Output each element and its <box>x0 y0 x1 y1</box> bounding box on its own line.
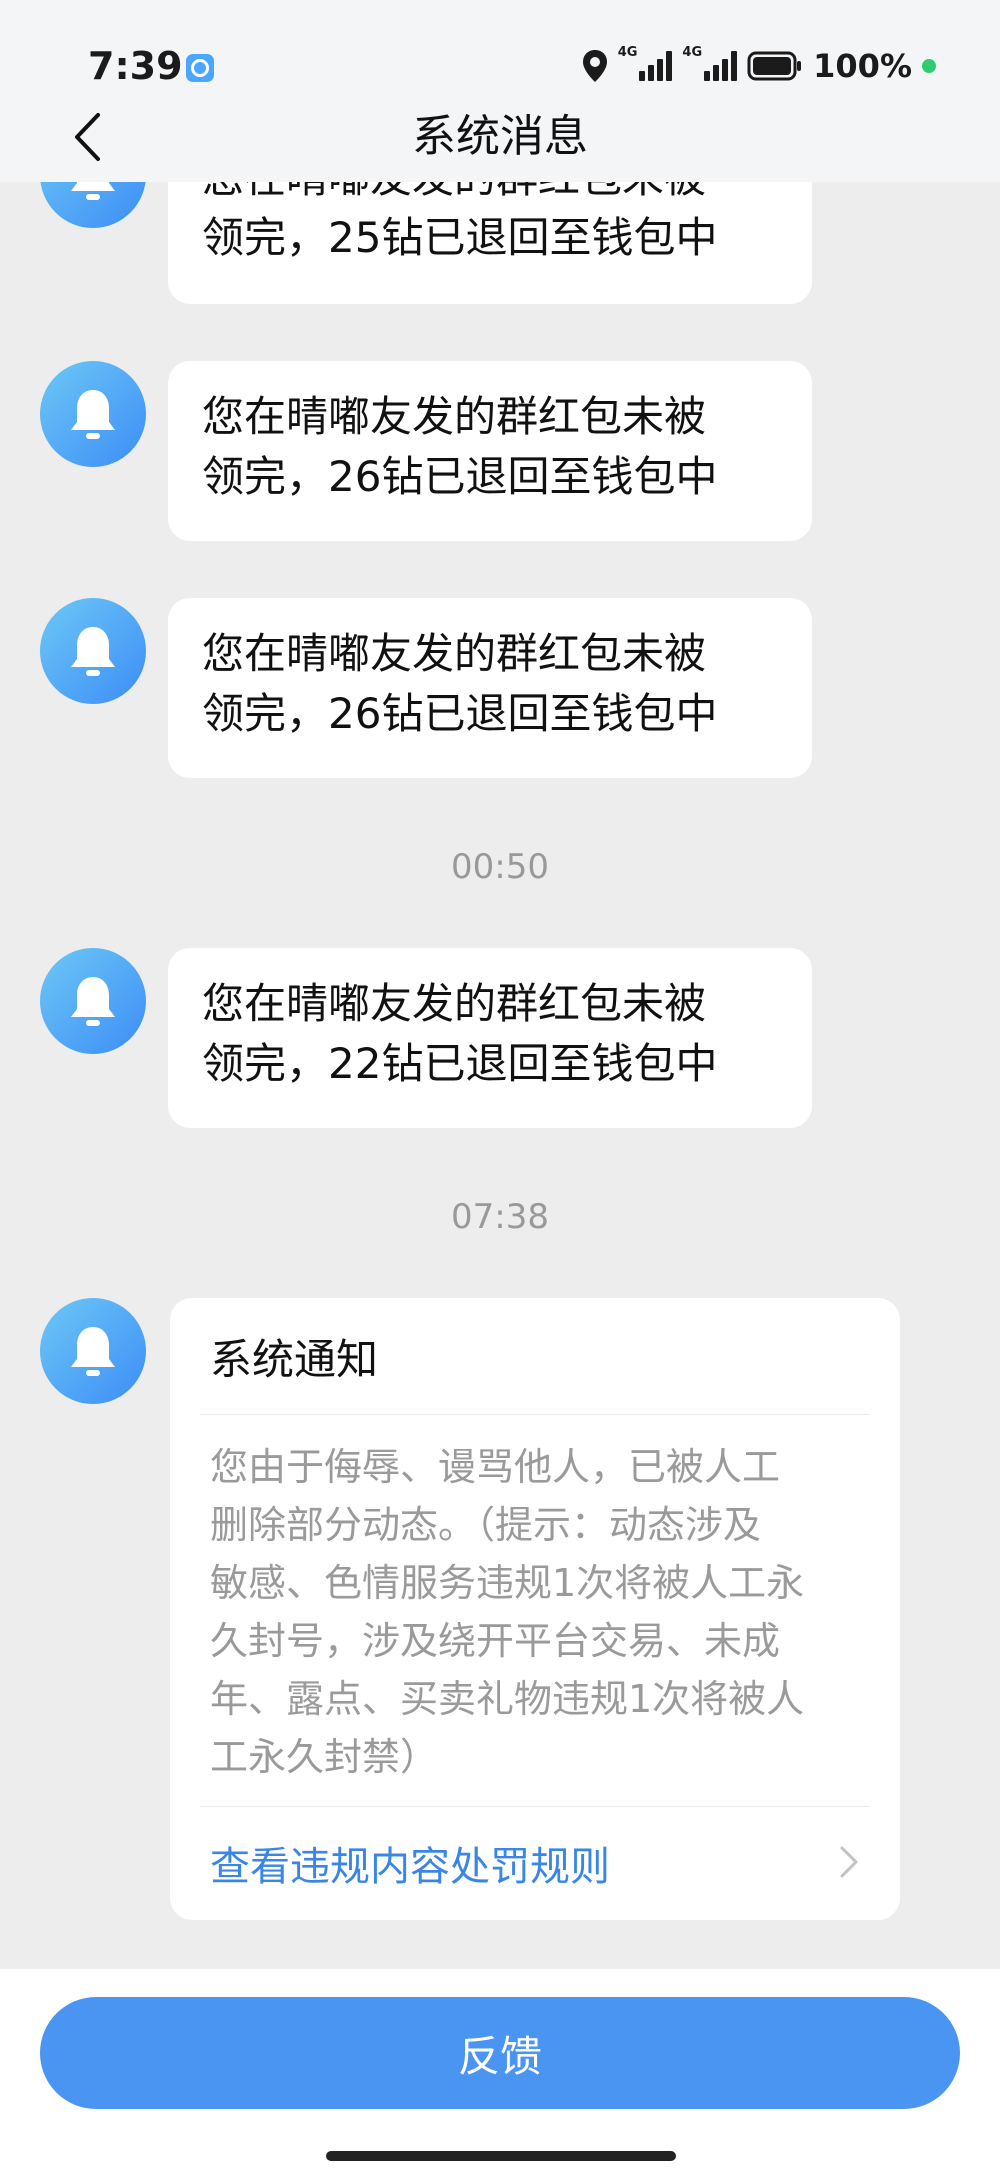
bell-icon <box>71 627 115 676</box>
nav-header: 系统消息 <box>0 92 1000 182</box>
charging-dot <box>922 59 936 73</box>
notice-body: 您由于侮辱、谩骂他人，已被人工 删除部分动态。（提示：动态涉及 敏感、色情服务违… <box>210 1445 805 1779</box>
divider <box>200 1806 870 1807</box>
message-list[interactable]: 您在晴嘟友发的群红包未被 领完，25钻已退回至钱包中 您在晴嘟友发的群红包未被 … <box>0 182 1000 1969</box>
timestamp: 00:50 <box>451 847 549 887</box>
message-bubble: 您在晴嘟友发的群红包未被 领完，22钻已退回至钱包中 <box>168 948 812 1128</box>
feedback-button[interactable]: 反馈 <box>40 1997 960 2109</box>
battery-percent: 100% <box>813 47 912 85</box>
divider <box>200 1414 870 1415</box>
bell-icon <box>71 977 115 1026</box>
message-text: 您在晴嘟友发的群红包未被 领完，26钻已退回至钱包中 <box>202 629 718 738</box>
status-indicators: 4G 4G 100% <box>582 44 936 88</box>
penalty-rules-link[interactable]: 查看违规内容处罚规则 <box>210 1834 610 1892</box>
page-title: 系统消息 <box>412 111 588 162</box>
back-button[interactable] <box>52 102 122 172</box>
message-bubble: 您在晴嘟友发的群红包未被 领完，26钻已退回至钱包中 <box>168 361 812 541</box>
message-text: 您在晴嘟友发的群红包未被 领完，25钻已退回至钱包中 <box>202 182 718 262</box>
timestamp: 07:38 <box>451 1197 549 1237</box>
location-icon <box>582 50 607 82</box>
message-text: 您在晴嘟友发的群红包未被 领完，26钻已退回至钱包中 <box>202 392 718 501</box>
chevron-left-icon <box>75 113 100 161</box>
network-type-label-2: 4G <box>682 44 703 60</box>
signal-icon-2 <box>704 51 738 81</box>
notice-title: 系统通知 <box>210 1335 379 1384</box>
notice-card: 系统通知 您由于侮辱、谩骂他人，已被人工 删除部分动态。（提示：动态涉及 敏感、… <box>170 1298 900 1920</box>
app-notification-icon <box>186 54 214 82</box>
system-avatar <box>40 182 146 228</box>
network-type-label: 4G <box>617 44 638 60</box>
signal-icon <box>639 51 673 81</box>
message-bubble: 您在晴嘟友发的群红包未被 领完，26钻已退回至钱包中 <box>168 598 812 778</box>
chevron-right-icon[interactable] <box>834 1842 864 1882</box>
bell-icon <box>71 1327 115 1376</box>
bottom-bar: 反馈 <box>0 1969 1000 2177</box>
bell-icon <box>71 182 115 200</box>
system-avatar <box>40 948 146 1054</box>
message-text: 您在晴嘟友发的群红包未被 领完，22钻已退回至钱包中 <box>202 979 718 1088</box>
home-indicator[interactable] <box>326 2151 676 2161</box>
system-avatar <box>40 598 146 704</box>
message-bubble: 您在晴嘟友发的群红包未被 领完，25钻已退回至钱包中 <box>168 182 812 304</box>
bell-icon <box>71 390 115 439</box>
system-avatar <box>40 1298 146 1404</box>
battery-icon <box>747 51 802 81</box>
status-time: 7:39 <box>88 44 183 88</box>
system-avatar <box>40 361 146 467</box>
